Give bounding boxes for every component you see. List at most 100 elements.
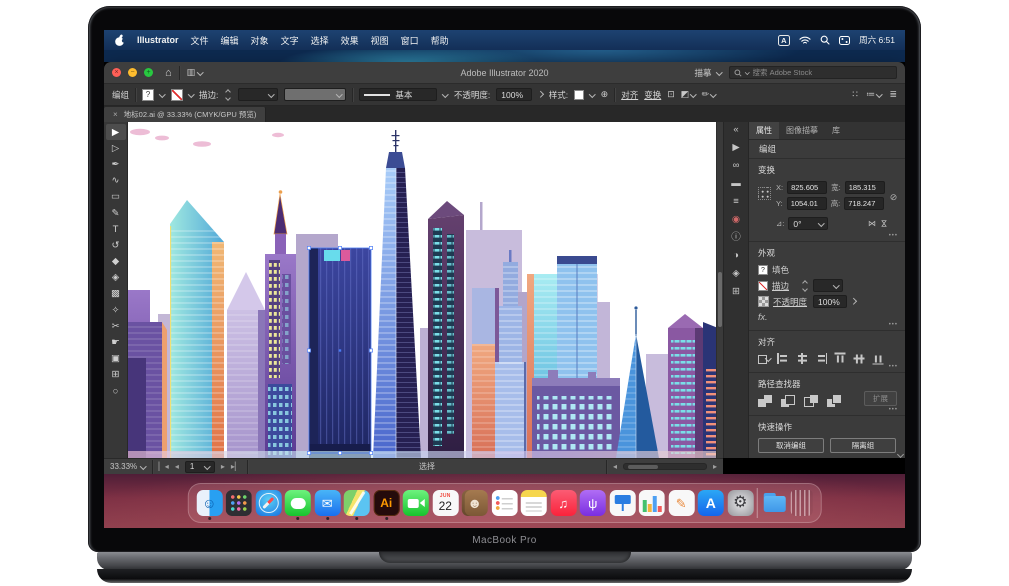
minimize-window-button[interactable]: − [128,68,137,77]
dock-app[interactable]: ☻ [462,490,488,516]
panel-strip-icon[interactable]: ∞ [733,161,740,171]
panel-scroll-down-icon[interactable] [898,452,903,457]
transform-link[interactable]: 变换 [644,89,661,101]
effects-button[interactable]: fx. [758,312,896,322]
scroll-left-icon[interactable]: ◂ [613,462,617,471]
dock-app[interactable] [403,490,429,516]
panel-strip-icon[interactable]: ◑ [733,251,739,261]
stroke-weight-stepper[interactable] [224,90,232,100]
artboard-navigation-dropdown[interactable]: 1 [185,461,215,473]
menu-item[interactable]: 视图 [371,34,389,47]
input-source-icon[interactable]: A [778,35,790,46]
height-field[interactable]: 718.247 [844,197,884,210]
opacity-label[interactable]: 不透明度 [773,296,807,308]
menu-item[interactable]: 编辑 [221,34,239,47]
graphic-style-swatch[interactable] [574,90,584,100]
constrain-proportions-icon[interactable]: ⊘ [890,192,898,203]
width-field[interactable]: 185.315 [845,181,885,194]
tool-button[interactable]: ▭ [106,189,126,205]
previous-artboard-button[interactable]: ◂ [175,462,179,471]
panel-list-icon[interactable]: ≣ [889,89,897,100]
tool-button[interactable]: ↺ [106,237,126,253]
document-tab[interactable]: × 地标02.ai @ 33.33% (CMYK/GPU 预览) [104,107,266,122]
chevron-right-icon[interactable] [537,91,543,97]
pathfinder-icon[interactable] [758,395,772,407]
panel-strip-icon[interactable]: ◉ [732,215,740,225]
fill-swatch[interactable]: ? [758,265,768,275]
zoom-window-button[interactable]: + [144,68,153,77]
dock-app[interactable] [521,490,547,516]
opacity-field[interactable]: 100% [813,295,847,308]
workspace-switcher[interactable]: 描摹 [694,67,721,79]
wifi-icon[interactable] [799,36,811,45]
dock-app[interactable] [639,490,665,516]
dock-app[interactable]: ψ [580,490,606,516]
tool-button[interactable]: ✧ [106,302,126,318]
menu-item[interactable]: 文字 [281,34,299,47]
dock-app[interactable] [285,490,311,516]
more-options-icon[interactable]: ••• [889,407,898,413]
panel-strip-icon[interactable]: ≡ [733,197,739,207]
panel-tab[interactable]: 库 [825,122,847,139]
more-options-icon[interactable]: ••• [889,233,898,239]
panel-strip-icon[interactable]: ▬ [731,179,741,189]
dock-app[interactable]: A [698,490,724,516]
dock-app[interactable] [757,488,758,518]
stroke-color-swatch[interactable] [171,89,183,101]
shape-grid-icon[interactable]: ∷ [852,89,858,100]
menu-item[interactable]: 文件 [191,34,209,47]
canvas[interactable] [128,122,723,458]
arrange-documents-icon[interactable]: ≔ [866,89,882,100]
scrollbar-thumb[interactable] [718,272,722,327]
last-artboard-button[interactable]: ▸▏ [231,462,241,471]
quick-action-button[interactable]: 取消编组 [758,438,824,453]
vertical-scrollbar[interactable] [716,122,723,458]
apple-menu[interactable] [114,34,125,47]
control-center-icon[interactable] [839,36,850,45]
arrange-documents-icon[interactable]: ▥ [187,67,203,78]
flip-horizontal-icon[interactable]: ⋈ [868,219,876,228]
dock-app[interactable] [761,490,787,516]
stroke-style-dropdown[interactable]: 基本 [359,88,437,101]
panel-tab[interactable]: 属性 [749,122,779,139]
menu-item[interactable]: 帮助 [431,34,449,47]
panel-strip-icon[interactable]: ▶ [732,143,739,153]
chevron-down-icon[interactable] [159,91,165,97]
close-tab-icon[interactable]: × [113,110,118,119]
opacity-field[interactable]: 100% [496,88,532,101]
tool-button[interactable]: ✂ [106,318,126,334]
tool-button[interactable]: ∿ [106,173,126,189]
panel-strip-icon[interactable]: « [733,125,738,135]
dock-app[interactable]: Ai [373,490,399,516]
dock-app[interactable]: ☺ [196,490,222,516]
stock-search-input[interactable] [753,68,893,77]
recolor-artwork-icon[interactable]: ◩ [681,89,696,100]
zoom-level-dropdown[interactable]: 33.33% [110,462,146,471]
dock-app[interactable]: ✉ [314,490,340,516]
tool-button[interactable]: ◈ [106,270,126,286]
align-link[interactable]: 对齐 [621,89,638,101]
pathfinder-icon[interactable] [781,395,795,407]
tool-button[interactable]: ☛ [106,334,126,350]
pathfinder-icon[interactable] [804,395,818,407]
scrollbar-thumb[interactable] [628,465,658,469]
y-field[interactable]: 1054.01 [787,197,827,210]
rotate-dropdown[interactable]: 0° [788,217,828,230]
scroll-right-icon[interactable]: ▸ [713,462,717,471]
menu-app-name[interactable]: Illustrator [137,35,179,45]
align-icon[interactable] [758,353,770,364]
stroke-stepper[interactable] [801,281,809,291]
first-artboard-button[interactable]: ▏◂ [159,462,169,471]
tool-button[interactable]: ✒ [106,156,126,172]
expand-button[interactable]: 扩展 [864,391,897,406]
tool-button[interactable]: ▣ [106,351,126,367]
align-icon[interactable] [835,353,846,365]
align-icon[interactable] [815,353,827,364]
dock-app[interactable] [791,490,813,516]
x-field[interactable]: 825.605 [787,181,827,194]
tool-button[interactable]: ✎ [106,205,126,221]
menu-item[interactable]: 对象 [251,34,269,47]
close-window-button[interactable]: × [112,68,121,77]
more-options-icon[interactable]: ••• [889,322,898,328]
panel-strip-icon[interactable]: ⊞ [732,287,740,297]
